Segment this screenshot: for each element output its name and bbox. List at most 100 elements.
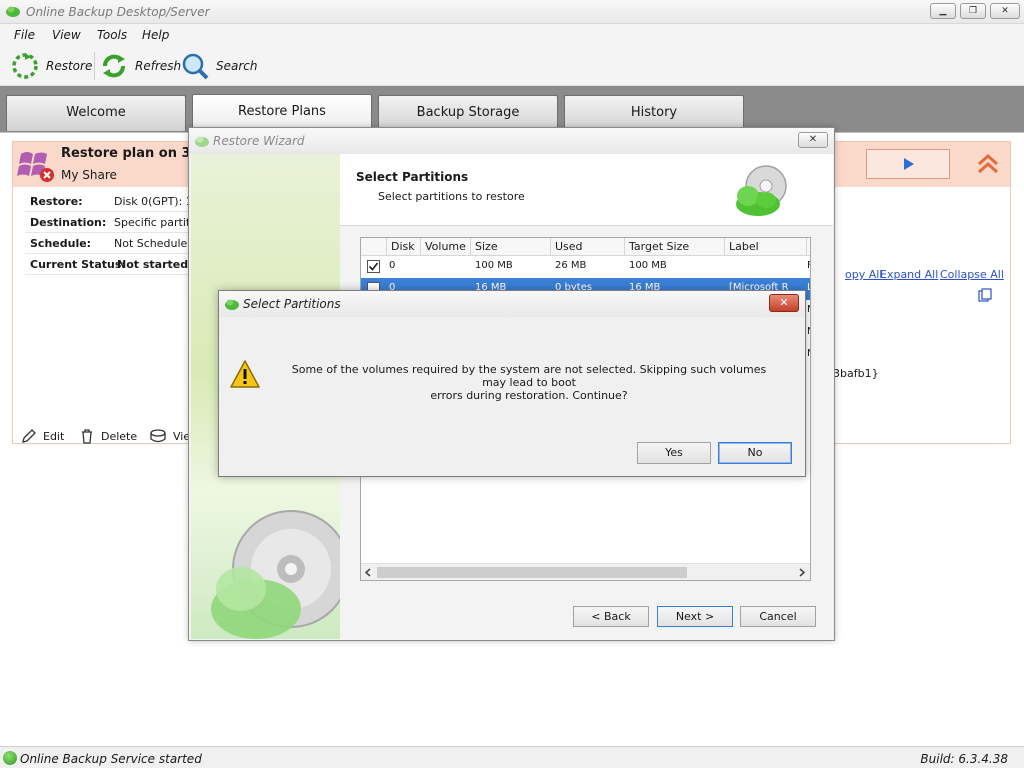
search-button[interactable]: Search (180, 50, 258, 82)
column-header-used[interactable]: Used (551, 238, 625, 256)
expand-all-link[interactable]: Expand All (880, 268, 938, 281)
wizard-close-button[interactable]: ✕ (798, 132, 828, 148)
toolbar: Restore Refresh Search (0, 46, 1024, 86)
minimize-button[interactable]: ▁ (930, 3, 956, 19)
dialog-close-button[interactable]: ✕ (769, 294, 799, 312)
grid-header: Disk Volume Size Used Target Size Label … (361, 238, 810, 256)
windows-error-icon (17, 152, 54, 182)
dialog-message-line-2: errors during restoration. Continue? (430, 389, 628, 402)
wizard-subheading: Select partitions to restore (378, 190, 525, 203)
dialog-message-line-1: Some of the volumes required by the syst… (291, 363, 767, 389)
info-label: Schedule: (30, 237, 92, 250)
toolbar-separator (94, 52, 95, 80)
cell-f: F (807, 260, 810, 271)
info-row-destination: Destination: Specific partitio (25, 213, 200, 233)
info-row-restore: Restore: Disk 0(GPT): 10 (25, 192, 200, 212)
table-row[interactable]: 0 100 MB 26 MB 100 MB F (361, 256, 810, 278)
cloud-app-icon (225, 299, 239, 310)
info-value: Disk 0(GPT): 10 (114, 195, 200, 208)
column-header-disk[interactable]: Disk (387, 238, 421, 256)
refresh-button[interactable]: Refresh (99, 50, 181, 82)
cell-f: L (807, 282, 810, 293)
tab-welcome[interactable]: Welcome (6, 95, 186, 131)
maximize-button[interactable]: ❐ (960, 3, 986, 19)
dialog-message: Some of the volumes required by the syst… (279, 363, 779, 402)
menu-view[interactable]: View (52, 28, 81, 42)
disc-cloud-icon (736, 165, 787, 216)
tab-history[interactable]: History (564, 95, 744, 131)
scrollbar-thumb[interactable] (377, 567, 687, 578)
play-icon (904, 158, 914, 170)
disc-cloud-illustration (211, 510, 340, 639)
restore-icon (12, 53, 38, 79)
cell-size: 100 MB (475, 260, 513, 271)
wizard-header: Select Partitions Select partitions to r… (340, 154, 833, 226)
info-value: Not started (117, 258, 189, 271)
cell-target-size: 100 MB (629, 260, 667, 271)
menu-bar: File View Tools Help (0, 24, 1024, 46)
restore-button[interactable]: Restore (10, 50, 92, 82)
info-row-schedule: Schedule: Not Scheduled (25, 234, 195, 254)
menu-help[interactable]: Help (142, 28, 169, 42)
menu-tools[interactable]: Tools (97, 28, 127, 42)
copy-all-link[interactable]: opy All (845, 268, 882, 281)
collapse-all-link[interactable]: Collapse All (940, 268, 1004, 281)
main-title-bar: Online Backup Desktop/Server ▁ ❐ ✕ (0, 0, 1024, 24)
storage-icon (150, 429, 166, 443)
wizard-title: Restore Wizard (213, 134, 305, 148)
info-label: Destination: (30, 216, 107, 229)
trash-icon (82, 429, 92, 444)
no-button[interactable]: No (718, 442, 792, 464)
close-window-button[interactable]: ✕ (990, 3, 1020, 19)
status-bar: Online Backup Service started Build: 6.3… (0, 746, 1024, 768)
build-version: Build: 6.3.4.38 (920, 752, 1008, 766)
copy-icon[interactable] (978, 288, 992, 302)
next-button[interactable]: Next > (657, 606, 733, 627)
column-header-f[interactable]: F (807, 238, 810, 256)
refresh-icon (103, 54, 125, 78)
column-header-size[interactable]: Size (471, 238, 551, 256)
status-message: Online Backup Service started (20, 752, 202, 766)
cell-disk: 0 (389, 260, 396, 271)
window-title: Online Backup Desktop/Server (26, 5, 210, 19)
view-button[interactable]: Vie (149, 428, 190, 444)
edit-button[interactable]: Edit (21, 428, 64, 444)
wizard-heading: Select Partitions (356, 170, 469, 184)
service-status-icon (3, 751, 17, 765)
column-header-target-size[interactable]: Target Size (625, 238, 725, 256)
select-partitions-warning-dialog: Select Partitions ✕ Some of the volumes … (218, 290, 806, 477)
edit-label: Edit (43, 429, 65, 443)
restore-label: Restore (46, 59, 93, 73)
delete-label: Delete (101, 429, 138, 443)
delete-button[interactable]: Delete (79, 428, 137, 444)
tab-backup-storage[interactable]: Backup Storage (378, 95, 558, 131)
cell-f: N (807, 304, 810, 315)
search-label: Search (216, 59, 258, 73)
pencil-icon (22, 429, 36, 443)
back-button[interactable]: < Back (573, 606, 649, 627)
scroll-right-arrow-icon[interactable] (798, 568, 806, 577)
horizontal-scrollbar[interactable] (361, 563, 810, 580)
scroll-left-arrow-icon[interactable] (364, 568, 372, 577)
dialog-title-bar: Select Partitions ✕ (219, 291, 805, 317)
column-header-label[interactable]: Label (725, 238, 807, 256)
cell-f: N (807, 348, 810, 359)
info-label: Current Status: (30, 258, 126, 271)
column-header-check (361, 238, 387, 256)
run-plan-button[interactable] (866, 149, 950, 179)
cell-f: N (807, 326, 810, 337)
plan-subtitle: My Share (61, 168, 117, 182)
cloud-app-icon (6, 6, 20, 17)
cancel-button[interactable]: Cancel (740, 606, 816, 627)
cloud-app-icon (195, 136, 209, 147)
wizard-title-bar: Restore Wizard ✕ (189, 128, 834, 154)
column-header-volume[interactable]: Volume (421, 238, 471, 256)
menu-file[interactable]: File (14, 28, 35, 42)
collapse-chevron-icon[interactable] (973, 150, 1003, 180)
yes-button[interactable]: Yes (637, 442, 711, 464)
row-checkbox-checked[interactable] (367, 260, 380, 273)
cell-used: 26 MB (555, 260, 587, 271)
tab-strip: Welcome Restore Plans Backup Storage His… (0, 86, 1024, 132)
search-icon (182, 53, 209, 80)
info-value: Not Scheduled (114, 237, 195, 250)
